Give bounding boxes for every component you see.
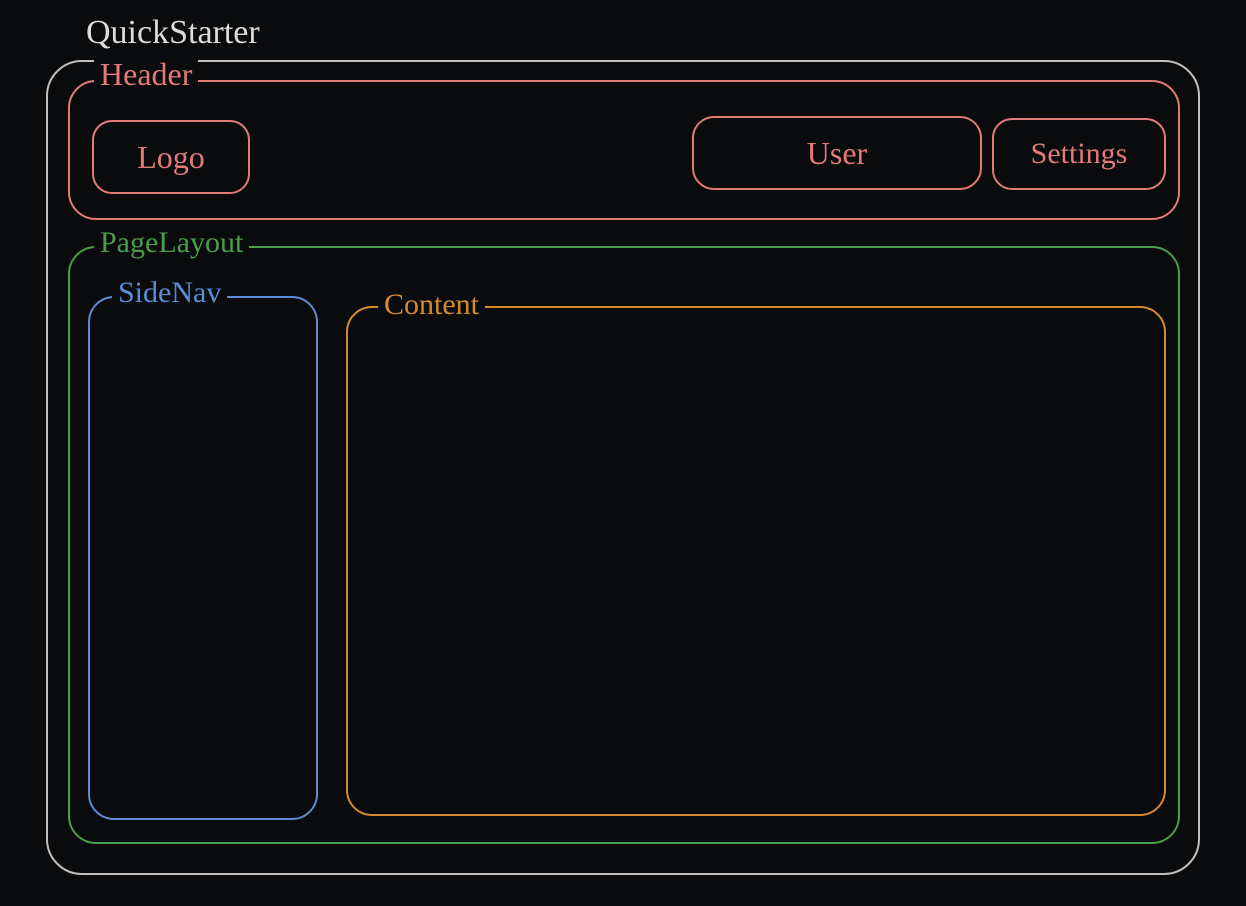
pagelayout-label: PageLayout [94, 226, 249, 260]
app-title: QuickStarter [80, 14, 266, 52]
user-box[interactable]: User [692, 116, 982, 190]
content-label: Content [378, 288, 485, 322]
logo-label: Logo [131, 139, 211, 176]
user-label: User [801, 135, 873, 172]
logo-box[interactable]: Logo [92, 120, 250, 194]
sidenav-container[interactable]: SideNav [88, 296, 318, 820]
settings-box[interactable]: Settings [992, 118, 1166, 190]
header-label: Header [94, 56, 198, 93]
sidenav-label: SideNav [112, 276, 227, 310]
content-container: Content [346, 306, 1166, 816]
settings-label: Settings [1025, 137, 1134, 171]
